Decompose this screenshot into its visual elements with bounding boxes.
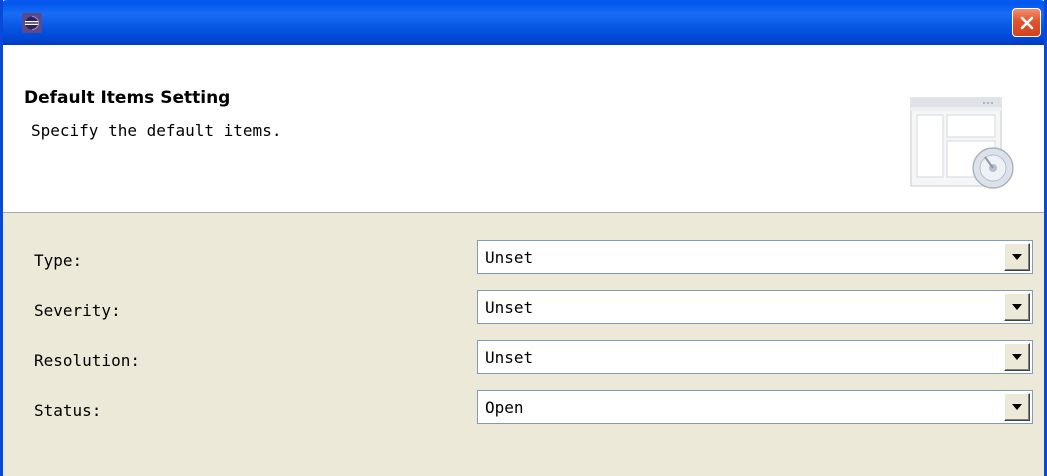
close-button[interactable] xyxy=(1012,8,1041,37)
type-dropdown-button[interactable] xyxy=(1004,243,1030,271)
header-banner: Default Items Setting Specify the defaul… xyxy=(3,45,1044,213)
type-select-value: Unset xyxy=(485,248,534,267)
resolution-dropdown-button[interactable] xyxy=(1004,343,1030,371)
resolution-label: Resolution: xyxy=(34,351,140,370)
wizard-banner-icon xyxy=(909,97,1019,193)
page-title: Default Items Setting xyxy=(24,88,231,108)
severity-label: Severity: xyxy=(34,301,121,320)
status-select-value: Open xyxy=(485,398,524,417)
status-select[interactable]: Open xyxy=(477,390,1033,424)
title-bar[interactable] xyxy=(3,0,1044,45)
severity-dropdown-button[interactable] xyxy=(1004,293,1030,321)
dialog-window: Default Items Setting Specify the defaul… xyxy=(0,0,1047,476)
eclipse-icon xyxy=(22,13,42,33)
page-description: Specify the default items. xyxy=(31,121,282,140)
resolution-select-value: Unset xyxy=(485,348,534,367)
severity-select[interactable]: Unset xyxy=(477,290,1033,324)
type-select[interactable]: Unset xyxy=(477,240,1033,274)
status-label: Status: xyxy=(34,401,102,420)
chevron-down-icon xyxy=(1012,304,1022,310)
default-items-form: Type: Unset Severity: Unset Resolution: … xyxy=(3,214,1044,476)
resolution-select[interactable]: Unset xyxy=(477,340,1033,374)
status-dropdown-button[interactable] xyxy=(1004,393,1030,421)
chevron-down-icon xyxy=(1012,404,1022,410)
severity-select-value: Unset xyxy=(485,298,534,317)
chevron-down-icon xyxy=(1012,354,1022,360)
type-label: Type: xyxy=(34,251,83,270)
chevron-down-icon xyxy=(1012,254,1022,260)
close-icon xyxy=(1020,16,1033,29)
